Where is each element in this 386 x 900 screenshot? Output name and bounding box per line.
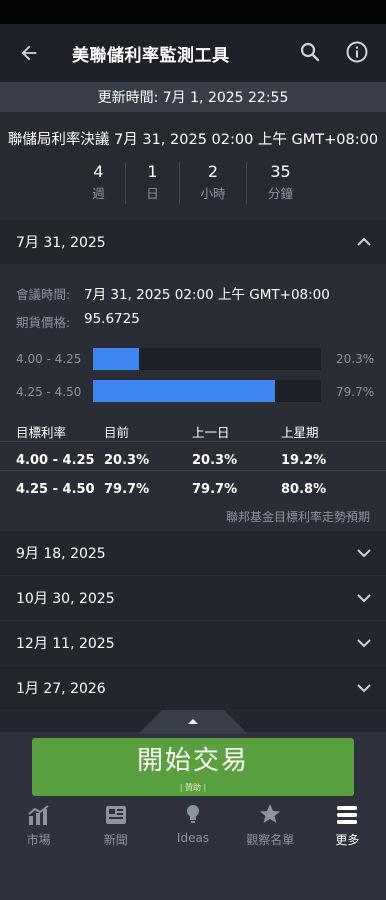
status-bar (0, 0, 386, 24)
nav-item-news[interactable]: 新聞 (77, 800, 154, 852)
decision-title: 聯儲局利率決議 7月 31, 2025 02:00 上午 GMT+08:00 (7, 132, 379, 148)
table-cell: 19.2% (281, 453, 327, 468)
meeting-header-dec-11[interactable]: 12月 11, 2025 (0, 621, 386, 665)
table-row: 4.25 - 4.50 79.7% 79.7% 80.8% (0, 470, 386, 510)
prob-range-label: 4.00 - 4.25 (16, 352, 82, 366)
table-cell: 79.7% (104, 482, 150, 497)
meeting-time-value: 7月 31, 2025 02:00 上午 GMT+08:00 (84, 287, 330, 303)
start-trading-button[interactable]: 開始交易 | 贊助 | (32, 738, 354, 796)
countdown-unit: 日 (146, 186, 159, 201)
page-title: 美聯儲利率監測工具 (72, 46, 230, 66)
prob-bar-fill (93, 348, 140, 370)
meeting-date: 1月 27, 2026 (16, 681, 106, 697)
countdown-value: 1 (147, 162, 158, 181)
meeting-header-oct-30[interactable]: 10月 30, 2025 (0, 576, 386, 620)
futures-label: 期貨價格: (16, 315, 71, 330)
countdown-minutes: 35 分鐘 (247, 162, 314, 204)
countdown: 4 週 1 日 2 小時 35 分鐘 (72, 162, 314, 206)
table-cell: 80.8% (281, 482, 327, 497)
menu-icon (309, 800, 386, 826)
bottom-nav: 市場 新聞 Ideas 觀察名單 更多 (0, 800, 386, 852)
lightbulb-icon (154, 800, 231, 826)
countdown-weeks: 4 週 (72, 162, 126, 204)
nav-label: 市場 (26, 833, 51, 847)
countdown-unit: 分鐘 (267, 186, 293, 201)
sponsor-label: | 贊助 | (179, 783, 207, 792)
back-arrow-icon[interactable] (16, 40, 42, 66)
column-header: 目前 (104, 425, 130, 440)
countdown-value: 2 (207, 162, 219, 181)
prob-bar-fill (93, 380, 275, 402)
prob-bar-track (93, 348, 321, 370)
countdown-days: 1 日 (126, 162, 180, 204)
table-cell: 4.00 - 4.25 (16, 453, 95, 468)
meeting-date: 10月 30, 2025 (16, 591, 115, 607)
meeting-header-jul-31[interactable]: 7月 31, 2025 (0, 220, 386, 264)
countdown-unit: 小時 (200, 186, 226, 201)
nav-label: 更多 (335, 833, 360, 847)
news-icon (77, 800, 154, 826)
chevron-down-icon (356, 590, 372, 606)
chevron-down-icon (356, 545, 372, 561)
footnote: 聯邦基金目標利率走勢預期 (225, 510, 370, 524)
table-cell: 20.3% (192, 453, 238, 468)
meeting-detail: 會議時間: 7月 31, 2025 02:00 上午 GMT+08:00 期貨價… (0, 264, 386, 530)
update-time-bar: 更新時間: 7月 1, 2025 22:55 (0, 82, 386, 112)
cta-label: 開始交易 (136, 746, 249, 776)
countdown-unit: 週 (92, 186, 105, 201)
chevron-down-icon (356, 680, 372, 696)
meeting-time-label: 會議時間: (16, 287, 71, 302)
table-cell: 4.25 - 4.50 (16, 482, 95, 497)
chevron-up-icon (356, 234, 372, 250)
meeting-date: 7月 31, 2025 (16, 235, 106, 251)
search-icon[interactable] (298, 40, 324, 66)
nav-label: 觀察名單 (246, 833, 295, 847)
star-icon (232, 800, 309, 826)
nav-label: Ideas (176, 831, 210, 845)
nav-label: 新聞 (103, 833, 128, 847)
nav-item-ideas[interactable]: Ideas (154, 800, 231, 852)
countdown-value: 4 (93, 162, 104, 181)
countdown-value: 35 (270, 162, 291, 181)
meeting-header-sep-18[interactable]: 9月 18, 2025 (0, 531, 386, 575)
app-bar: 美聯儲利率監測工具 (0, 24, 386, 82)
column-header: 上星期 (281, 425, 319, 440)
nav-item-more[interactable]: 更多 (309, 800, 386, 852)
nav-item-watchlist[interactable]: 觀察名單 (232, 800, 309, 852)
info-icon[interactable] (345, 40, 371, 66)
rate-decision-panel: 聯儲局利率決議 7月 31, 2025 02:00 上午 GMT+08:00 4… (0, 112, 386, 218)
nav-item-markets[interactable]: 市場 (0, 800, 77, 852)
countdown-hours: 2 小時 (180, 162, 247, 204)
chevron-down-icon (356, 635, 372, 651)
meeting-header-jan-27[interactable]: 1月 27, 2026 (0, 666, 386, 710)
table-header: 目標利率 目前 上一日 上星期 (0, 422, 386, 442)
prob-bar-track (93, 380, 321, 402)
prob-percent: 79.7% (336, 385, 375, 399)
table-cell: 79.7% (192, 482, 238, 497)
chevron-up-icon (188, 719, 198, 724)
prob-range-label: 4.25 - 4.50 (16, 385, 82, 399)
futures-price: 95.6725 (84, 311, 140, 327)
update-time-text: 更新時間: 7月 1, 2025 22:55 (97, 90, 289, 106)
meeting-date: 12月 11, 2025 (16, 636, 115, 652)
chart-icon (0, 800, 77, 826)
column-header: 目標利率 (16, 425, 67, 440)
column-header: 上一日 (192, 425, 230, 440)
prob-percent: 20.3% (336, 352, 375, 366)
meeting-date: 9月 18, 2025 (16, 546, 106, 562)
table-cell: 20.3% (104, 453, 150, 468)
